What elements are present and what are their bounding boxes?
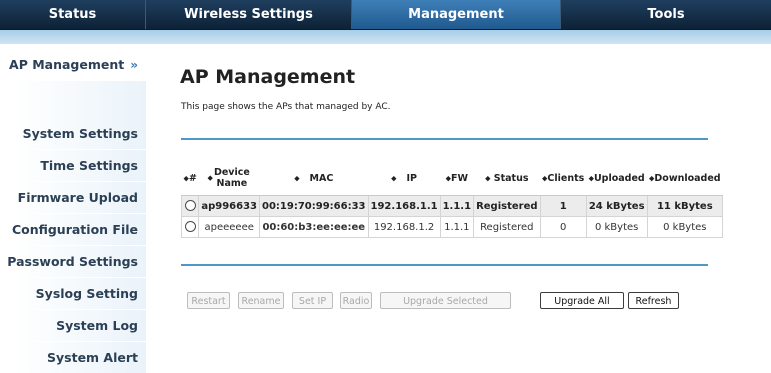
sidebar-item-label: Configuration File xyxy=(11,222,138,237)
ip-cell: 192.168.1.1 xyxy=(367,195,441,217)
row-select-cell xyxy=(180,216,200,238)
sidebar-item-label: Password Settings xyxy=(7,254,138,269)
sidebar-item-ap-management[interactable]: AP Management » xyxy=(0,49,146,80)
sidebar-item-time-settings[interactable]: Time Settings xyxy=(0,150,146,181)
tab-tools[interactable]: Tools xyxy=(561,0,771,29)
mac-cell: 00:19:70:99:66:33 xyxy=(259,195,369,217)
uploaded-cell: 0 kBytes xyxy=(585,216,648,238)
sort-icon: ◆ xyxy=(294,174,300,182)
page-title: AP Management xyxy=(180,66,356,88)
downloaded-cell: 0 kBytes xyxy=(646,216,724,238)
sidebar-item-label: AP Management xyxy=(9,57,125,72)
sidebar-item-label: System Settings xyxy=(22,126,138,141)
upgrade-selected-button[interactable]: Upgrade Selected xyxy=(380,292,511,309)
restart-button[interactable]: Restart xyxy=(187,292,230,309)
divider xyxy=(181,138,708,140)
status-cell: Registered xyxy=(473,195,541,217)
sidebar-item-system-alert[interactable]: System Alert xyxy=(0,342,146,373)
sidebar-item-label: Syslog Setting xyxy=(35,286,138,301)
upgrade-all-button[interactable]: Upgrade All xyxy=(540,292,624,309)
refresh-button[interactable]: Refresh xyxy=(628,292,679,309)
sidebar-item-label: System Log xyxy=(56,318,138,333)
fw-cell: 1.1.1 xyxy=(439,195,475,217)
device-name-cell: apeeeeee xyxy=(198,216,261,238)
column-header-uploaded[interactable]: ◆Uploaded xyxy=(586,161,648,196)
chevron-right-icon: » xyxy=(130,58,138,72)
sort-icon: ◆ xyxy=(391,174,397,182)
main-content: AP Management This page shows the APs th… xyxy=(146,44,771,370)
row-select-cell xyxy=(180,195,200,217)
set-ip-button[interactable]: Set IP xyxy=(292,292,333,309)
column-header-fw[interactable]: ◆FW xyxy=(440,161,474,196)
sidebar-item-system-log[interactable]: System Log xyxy=(0,310,146,341)
column-header-ip[interactable]: ◆ IP xyxy=(368,161,441,196)
column-header-downloaded[interactable]: ◆Downloaded xyxy=(647,161,723,196)
ip-cell: 192.168.1.2 xyxy=(367,216,441,238)
header-band xyxy=(0,30,771,44)
clients-cell: 0 xyxy=(539,216,587,238)
sidebar: AP Management » System Settings Time Sett… xyxy=(0,44,146,373)
sidebar-item-configuration-file[interactable]: Configuration File xyxy=(0,214,146,245)
mac-cell: 00:60:b3:ee:ee:ee xyxy=(259,216,369,238)
clients-cell: 1 xyxy=(539,195,587,217)
sidebar-item-syslog-setting[interactable]: Syslog Setting xyxy=(0,278,146,309)
sidebar-item-password-settings[interactable]: Password Settings xyxy=(0,246,146,277)
sort-icon: ◆ xyxy=(485,174,491,182)
column-header-device-name[interactable]: ◆Device Name xyxy=(198,161,260,196)
column-header-clients[interactable]: ◆Clients xyxy=(540,161,587,196)
sidebar-spacer xyxy=(0,81,146,118)
sidebar-item-label: Time Settings xyxy=(40,158,138,173)
sidebar-item-label: System Alert xyxy=(47,350,138,365)
sidebar-item-label: Firmware Upload xyxy=(17,190,138,205)
table-header-row: ◆# ◆Device Name ◆ MAC ◆ IP ◆FW ◆ Status … xyxy=(181,161,723,196)
table-row: apeeeeee 00:60:b3:ee:ee:ee 192.168.1.2 1… xyxy=(180,216,724,238)
ap-table: ◆# ◆Device Name ◆ MAC ◆ IP ◆FW ◆ Status … xyxy=(180,161,724,238)
radio-button[interactable]: Radio xyxy=(340,292,372,309)
column-header-status[interactable]: ◆ Status xyxy=(473,161,541,196)
top-nav: Status Wireless Settings Management Tool… xyxy=(0,0,771,30)
tab-status[interactable]: Status xyxy=(0,0,146,29)
fw-cell: 1.1.1 xyxy=(439,216,475,238)
table-row: ap996633 00:19:70:99:66:33 192.168.1.1 1… xyxy=(180,195,724,217)
sidebar-item-system-settings[interactable]: System Settings xyxy=(0,118,146,149)
tab-management[interactable]: Management xyxy=(352,0,561,29)
device-name-cell: ap996633 xyxy=(198,195,261,217)
sidebar-item-firmware-upload[interactable]: Firmware Upload xyxy=(0,182,146,213)
divider xyxy=(181,264,708,266)
row-select-radio[interactable] xyxy=(184,221,196,233)
tab-wireless-settings[interactable]: Wireless Settings xyxy=(146,0,352,29)
column-header-mac[interactable]: ◆ MAC xyxy=(259,161,369,196)
status-cell: Registered xyxy=(473,216,541,238)
downloaded-cell: 11 kBytes xyxy=(646,195,724,217)
uploaded-cell: 24 kBytes xyxy=(585,195,648,217)
rename-button[interactable]: Rename xyxy=(238,292,284,309)
column-header-index[interactable]: ◆# xyxy=(181,161,199,196)
page-description: This page shows the APs that managed by … xyxy=(181,102,391,112)
row-select-radio[interactable] xyxy=(184,200,196,212)
